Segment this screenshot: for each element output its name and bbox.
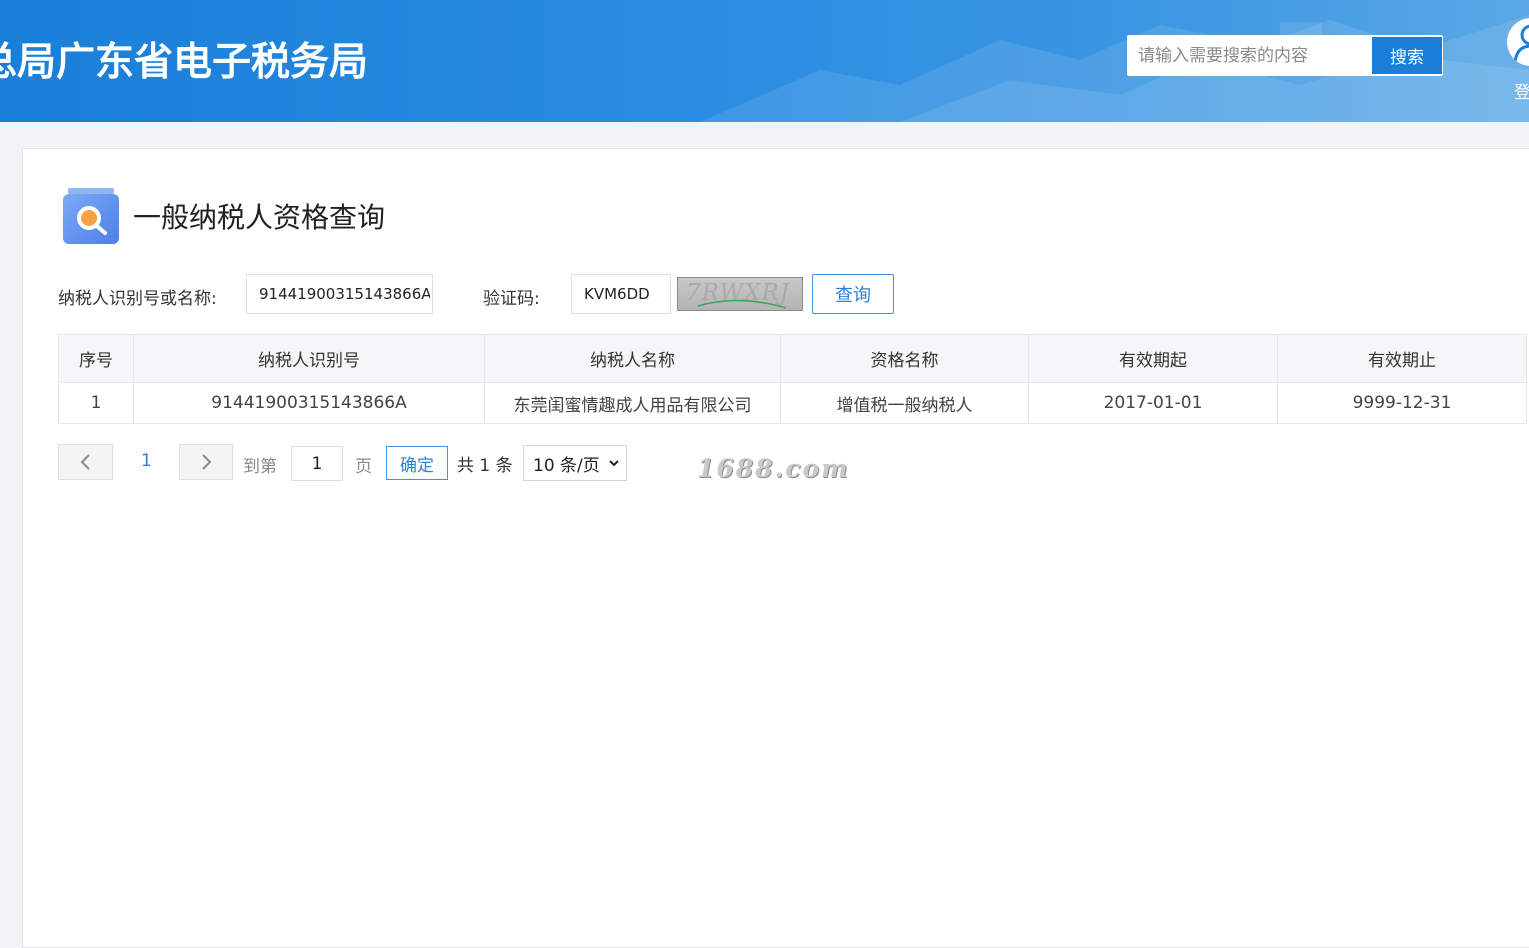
search-document-icon [62, 186, 120, 246]
page-unit-label: 页 [355, 457, 372, 477]
header-index: 序号 [58, 334, 134, 383]
captcha-noise-line [697, 299, 787, 309]
prev-page-button[interactable] [58, 444, 113, 480]
cell-index: 1 [58, 382, 134, 424]
taxpayer-label: 纳税人识别号或名称: [58, 289, 217, 309]
page-size-select[interactable]: 10 条/页 [523, 445, 627, 481]
cell-valid-from: 2017-01-01 [1028, 382, 1278, 424]
search-box: 搜索 [1127, 35, 1443, 76]
goto-label: 到第 [243, 457, 277, 477]
next-page-button[interactable] [179, 444, 233, 480]
login-link[interactable]: 登 [1514, 78, 1529, 103]
table-row: 1 91441900315143866A 东莞闺蜜情趣成人用品有限公司 增值税一… [58, 382, 1527, 424]
main-card [22, 148, 1529, 948]
chevron-right-icon [202, 454, 212, 470]
page-title: 一般纳税人资格查询 [133, 201, 386, 234]
header-taxpayer-name: 纳税人名称 [484, 334, 781, 383]
site-header: 总局广东省电子税务局 搜索 登 [0, 0, 1529, 122]
header-valid-to: 有效期止 [1277, 334, 1527, 383]
total-count: 共 1 条 [457, 456, 513, 476]
page-number-current[interactable]: 1 [141, 451, 152, 471]
chevron-left-icon [80, 454, 90, 470]
captcha-input[interactable] [571, 274, 671, 314]
taxpayer-input[interactable] [246, 274, 433, 314]
site-title: 总局广东省电子税务局 [0, 40, 369, 85]
watermark-text: 1688.com [697, 454, 850, 483]
header-taxpayer-id: 纳税人识别号 [133, 334, 485, 383]
result-table: 序号 纳税人识别号 纳税人名称 资格名称 有效期起 有效期止 1 9144190… [58, 334, 1527, 424]
search-button[interactable]: 搜索 [1371, 36, 1443, 75]
chevron-down-icon [609, 460, 619, 467]
goto-confirm-button[interactable]: 确定 [386, 446, 448, 480]
table-header-row: 序号 纳税人识别号 纳税人名称 资格名称 有效期起 有效期止 [58, 334, 1527, 383]
search-input[interactable] [1128, 36, 1371, 75]
cell-taxpayer-name: 东莞闺蜜情趣成人用品有限公司 [484, 382, 781, 424]
page-size-value: 10 条/页 [533, 455, 600, 476]
cell-valid-to: 9999-12-31 [1277, 382, 1527, 424]
query-button[interactable]: 查询 [812, 274, 894, 314]
cell-taxpayer-id: 91441900315143866A [133, 382, 485, 424]
cell-qualification-name: 增值税一般纳税人 [780, 382, 1029, 424]
header-valid-from: 有效期起 [1028, 334, 1278, 383]
header-qualification-name: 资格名称 [780, 334, 1029, 383]
captcha-label: 验证码: [483, 289, 540, 309]
goto-page-input[interactable] [291, 446, 343, 481]
captcha-image[interactable]: 7RWXRJ [677, 277, 803, 311]
